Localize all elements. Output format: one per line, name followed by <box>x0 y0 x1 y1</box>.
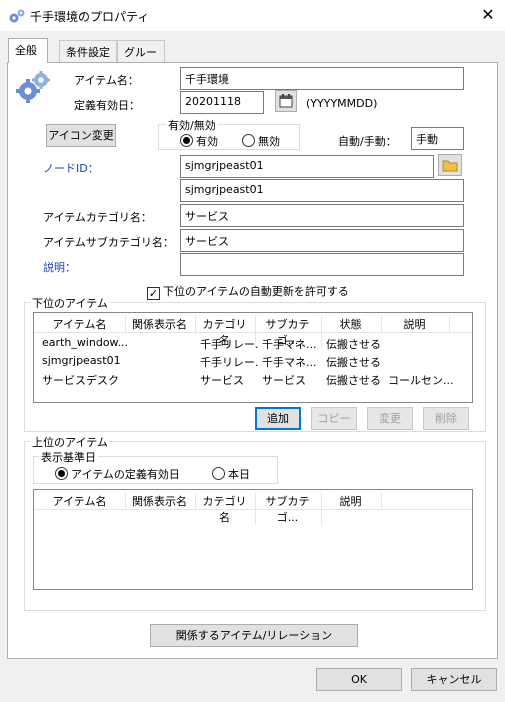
cell-subcategory: サービス <box>262 374 306 387</box>
upper-items-title: 上位のアイテム <box>30 434 110 450</box>
table-row[interactable]: earth_window... 千手リレー... 千手マネ... 伝搬させる <box>34 336 472 355</box>
auto-manual-label: 自動/手動： <box>338 135 397 148</box>
item-gear-icon <box>16 71 50 103</box>
window-title: 千手環境のプロパティ <box>30 10 150 24</box>
expiry-date-label: 定義有効日： <box>74 99 140 112</box>
description-field[interactable] <box>180 253 464 276</box>
add-button[interactable]: 追加 <box>255 407 301 430</box>
table-row[interactable]: sjmgrjpeast01 千手リレー... 千手マネ... 伝搬させる <box>34 354 472 373</box>
upper-items-list[interactable]: アイテム名 関係表示名 カテゴリ名 サブカテゴ... 説明 <box>33 489 473 590</box>
icon-change-button[interactable]: アイコン変更 <box>46 124 116 147</box>
col-status[interactable]: 状態 <box>324 316 382 332</box>
upper-items-header: アイテム名 関係表示名 カテゴリ名 サブカテゴ... 説明 <box>34 490 472 525</box>
category-field[interactable]: サービス <box>180 204 464 227</box>
cell-category: サービス <box>200 374 244 387</box>
radio-selected-icon <box>55 467 68 480</box>
delete-button[interactable]: 削除 <box>423 407 469 430</box>
radio-selected-icon <box>180 134 193 147</box>
col-item-name[interactable]: アイテム名 <box>38 493 126 509</box>
lower-items-list[interactable]: アイテム名 関係表示名 カテゴリ名 サブカテゴ... 状態 説明 earth_w… <box>33 312 473 403</box>
valid-group-title: 有効/無効 <box>166 117 218 133</box>
auto-update-label: 下位のアイテムの自動更新を許可する <box>163 285 349 298</box>
col-item-name[interactable]: アイテム名 <box>38 316 126 332</box>
subcategory-label: アイテムサブカテゴリ名： <box>43 236 174 249</box>
auto-update-checkbox[interactable]: ✓ 下位のアイテムの自動更新を許可する <box>147 283 349 300</box>
node-id-label: ノードID： <box>43 162 99 175</box>
lower-items-header: アイテム名 関係表示名 カテゴリ名 サブカテゴ... 状態 説明 <box>34 313 472 348</box>
browse-node-button[interactable] <box>438 154 462 176</box>
radio-empty-icon <box>242 134 255 147</box>
node-id-field[interactable]: sjmgrjpeast01 <box>180 155 434 178</box>
display-basis-title: 表示基準日 <box>39 449 98 465</box>
cell-status: 伝搬させる <box>326 356 381 369</box>
description-label: 説明： <box>43 261 76 274</box>
valid-off-radio[interactable]: 無効 <box>242 133 280 149</box>
basis-definition-radio[interactable]: アイテムの定義有効日 <box>55 466 180 482</box>
cancel-button[interactable]: キャンセル <box>411 668 497 691</box>
item-name-field[interactable]: 千手環境 <box>180 67 464 90</box>
related-items-button[interactable]: 関係するアイテム/リレーション <box>150 624 358 647</box>
valid-off-label: 無効 <box>258 135 280 148</box>
subcategory-field[interactable]: サービス <box>180 229 464 252</box>
cell-status: 伝搬させる <box>326 338 381 351</box>
tab-group[interactable]: グループ <box>117 40 165 75</box>
ok-button[interactable]: OK <box>316 668 402 691</box>
radio-empty-icon <box>212 467 225 480</box>
change-button[interactable]: 変更 <box>367 407 413 430</box>
cell-item-name: sjmgrjpeast01 <box>42 354 121 367</box>
col-subcategory[interactable]: サブカテゴ... <box>258 493 322 525</box>
app-gear-icon <box>9 9 25 23</box>
cell-subcategory: 千手マネ... <box>262 356 317 369</box>
item-name-label: アイテム名： <box>74 74 139 87</box>
date-format-hint: (YYYYMMDD) <box>306 97 378 110</box>
col-relation-name[interactable]: 関係表示名 <box>128 316 196 332</box>
lower-items-title: 下位のアイテム <box>30 295 110 311</box>
basis-definition-label: アイテムの定義有効日 <box>71 468 180 481</box>
cell-subcategory: 千手マネ... <box>262 338 317 351</box>
cell-category: 千手リレー... <box>200 338 258 351</box>
category-label: アイテムカテゴリ名： <box>43 211 152 224</box>
folder-icon <box>442 160 458 172</box>
tab-conditions[interactable]: 条件設定 <box>59 40 117 62</box>
cell-item-name: earth_window... <box>42 336 128 349</box>
tab-general[interactable]: 全般 <box>8 38 48 63</box>
cell-category: 千手リレー... <box>200 356 258 369</box>
title-bar: 千手環境のプロパティ ✕ <box>0 0 505 31</box>
basis-today-radio[interactable]: 本日 <box>212 466 250 482</box>
basis-today-label: 本日 <box>228 468 250 481</box>
checkmark-icon: ✓ <box>147 287 160 300</box>
col-category[interactable]: カテゴリ名 <box>198 493 256 525</box>
calendar-icon <box>279 94 293 108</box>
expiry-date-field[interactable]: 20201118 <box>180 91 264 114</box>
valid-on-radio[interactable]: 有効 <box>180 133 218 149</box>
col-description[interactable]: 説明 <box>384 316 450 332</box>
cell-description: コールセン... <box>388 374 454 387</box>
valid-on-label: 有効 <box>196 135 218 148</box>
close-button[interactable]: ✕ <box>476 4 500 26</box>
node-id-secondary-field: sjmgrjpeast01 <box>180 179 464 202</box>
cell-status: 伝搬させる <box>326 374 381 387</box>
cell-item-name: サービスデスク <box>42 374 119 387</box>
table-row[interactable]: サービスデスク サービス サービス 伝搬させる コールセン... <box>34 372 472 391</box>
col-relation-name[interactable]: 関係表示名 <box>128 493 196 509</box>
calendar-button[interactable] <box>275 90 297 112</box>
col-description[interactable]: 説明 <box>324 493 382 509</box>
auto-manual-field: 手動 <box>411 127 464 150</box>
copy-button[interactable]: コピー <box>311 407 357 430</box>
